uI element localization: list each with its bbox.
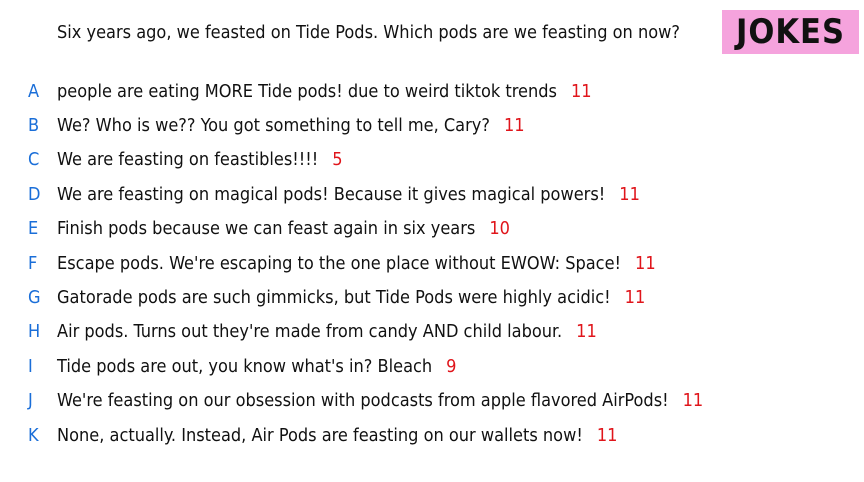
answer-text: Gatorade pods are such gimmicks, but Tid… xyxy=(57,287,611,309)
answer-score: 11 xyxy=(596,424,618,446)
answer-letter: G xyxy=(28,287,41,309)
answer-row: K None, actually. Instead, Air Pods are … xyxy=(0,418,703,452)
jokes-badge: JOKES xyxy=(722,10,859,54)
answer-row: J We're feasting on our obsession with p… xyxy=(0,384,703,418)
answer-letter: D xyxy=(28,183,41,205)
answer-row: B We? Who is we?? You got something to t… xyxy=(0,108,703,142)
answer-row: A people are eating MORE Tide pods! due … xyxy=(0,74,703,108)
answer-text: Air pods. Turns out they're made from ca… xyxy=(57,321,563,343)
answer-score: 11 xyxy=(570,80,592,102)
answer-text: Tide pods are out, you know what's in? B… xyxy=(57,355,433,377)
answer-score: 10 xyxy=(489,218,510,240)
answer-letter: F xyxy=(28,252,38,274)
answer-letter: I xyxy=(28,355,33,377)
answer-list: A people are eating MORE Tide pods! due … xyxy=(0,74,703,452)
answer-letter: H xyxy=(28,321,41,343)
answer-letter: J xyxy=(28,390,33,412)
answer-score: 5 xyxy=(332,149,343,171)
answer-score: 9 xyxy=(446,355,457,377)
answer-row: I Tide pods are out, you know what's in?… xyxy=(0,349,703,383)
answer-score: 11 xyxy=(624,287,646,309)
answer-score: 11 xyxy=(576,321,597,343)
answer-score: 11 xyxy=(503,115,525,137)
answer-score: 11 xyxy=(635,252,656,274)
answer-text: We are feasting on feastibles!!!! xyxy=(57,149,319,171)
answer-row: D We are feasting on magical pods! Becau… xyxy=(0,177,703,211)
answer-row: E Finish pods because we can feast again… xyxy=(0,212,703,246)
answer-row: F Escape pods. We're escaping to the one… xyxy=(0,246,703,280)
answer-letter: K xyxy=(28,424,39,446)
answer-text: Finish pods because we can feast again i… xyxy=(57,218,476,240)
answer-text: None, actually. Instead, Air Pods are fe… xyxy=(57,424,583,446)
answer-row: H Air pods. Turns out they're made from … xyxy=(0,315,703,349)
answer-text: We? Who is we?? You got something to tel… xyxy=(57,115,490,137)
answer-text: We're feasting on our obsession with pod… xyxy=(57,390,669,412)
answer-row: G Gatorade pods are such gimmicks, but T… xyxy=(0,280,703,314)
answer-text: people are eating MORE Tide pods! due to… xyxy=(57,80,557,102)
answer-text: Escape pods. We're escaping to the one p… xyxy=(57,252,622,274)
answer-score: 11 xyxy=(682,390,704,412)
question-text: Six years ago, we feasted on Tide Pods. … xyxy=(57,22,680,43)
answer-letter: A xyxy=(28,80,40,102)
answer-letter: C xyxy=(28,149,40,171)
answer-letter: B xyxy=(28,115,40,137)
answer-score: 11 xyxy=(619,183,640,205)
answer-letter: E xyxy=(28,218,39,240)
answer-row: C We are feasting on feastibles!!!! 5 xyxy=(0,143,703,177)
answer-text: We are feasting on magical pods! Because… xyxy=(57,183,606,205)
